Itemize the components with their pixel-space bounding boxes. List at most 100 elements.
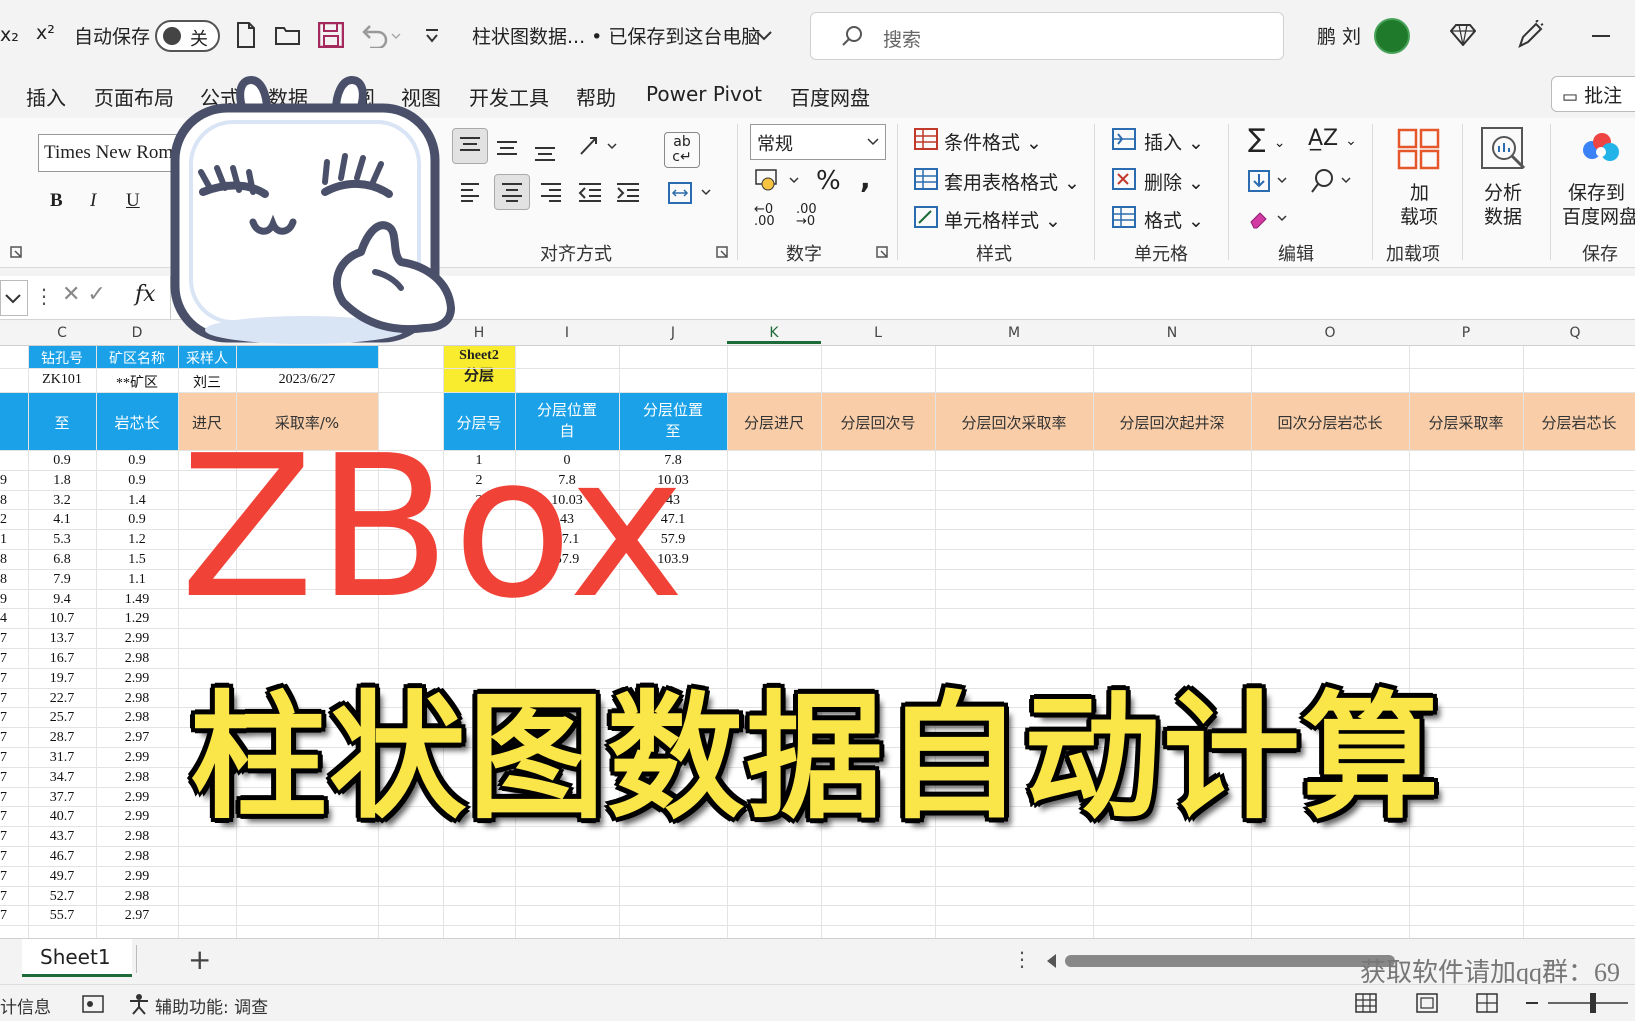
menu-developer[interactable]: 开发工具 [469,82,549,111]
italic-button[interactable]: I [90,190,96,212]
cell-edge-digit[interactable]: 7 [0,889,8,905]
minimize-icon[interactable] [1592,35,1610,37]
subscript-button[interactable]: x₂ [0,24,19,46]
insert-cells-button[interactable]: 插入 ⌄ [1144,128,1204,155]
save-icon[interactable] [318,22,344,48]
align-middle-icon[interactable] [496,138,518,158]
delete-cells-button[interactable]: 删除 ⌄ [1144,168,1204,195]
pen-icon[interactable] [1516,20,1544,50]
chevron-down-icon[interactable] [756,30,772,42]
cell-to[interactable]: 13.7 [28,631,96,647]
cell-to[interactable]: 49.7 [28,869,96,885]
cell-core-length[interactable]: 2.99 [96,631,178,647]
cell-to[interactable]: 7.9 [28,572,96,588]
format-cells-button[interactable]: 格式 ⌄ [1144,206,1204,233]
diamond-icon[interactable] [1450,24,1476,46]
comment-button[interactable]: ▭ 批注 [1551,76,1635,112]
cell-core-length[interactable]: 2.98 [96,691,178,707]
column-header-k[interactable]: K [727,325,821,344]
cell-core-length[interactable]: 2.98 [96,849,178,865]
cell-edge-digit[interactable]: 2 [0,512,8,528]
font-dialog-launcher-icon[interactable] [10,246,22,258]
cell-edge-digit[interactable]: 7 [0,869,8,885]
bold-button[interactable]: B [50,190,63,212]
cell-core-length[interactable]: 1.1 [96,572,178,588]
cell-edge-digit[interactable]: 7 [0,750,8,766]
zoom-slider-thumb[interactable] [1590,993,1596,1013]
cell-edge-digit[interactable]: 7 [0,849,8,865]
document-title[interactable]: 柱状图数据... • 已保存到这台电脑 [472,22,760,49]
decrease-decimal-button[interactable]: .00 →0 [796,203,817,228]
cell-to[interactable]: 1.8 [28,473,96,489]
user-name[interactable]: 鹏 刘 [1317,22,1361,49]
page-break-view-icon[interactable] [1476,993,1498,1013]
cell-to[interactable]: 3.2 [28,493,96,509]
avatar[interactable] [1374,18,1410,54]
column-header-n[interactable]: N [1093,325,1251,341]
cell-core-length[interactable]: 0.9 [96,512,178,528]
formula-cancel-enter[interactable]: ✕ ✓ [62,282,106,307]
cell-edge-digit[interactable]: 7 [0,691,8,707]
cell-to[interactable]: 6.8 [28,552,96,568]
decrease-indent-icon[interactable] [578,182,602,202]
page-layout-view-icon[interactable] [1416,993,1438,1013]
find-icon[interactable] [1310,168,1354,194]
cell-core-length[interactable]: 2.97 [96,730,178,746]
cell-to[interactable]: 22.7 [28,691,96,707]
table-format-button[interactable]: 套用表格格式 ⌄ [944,168,1080,195]
cell-edge-digit[interactable]: 7 [0,790,8,806]
cell-to[interactable]: 43.7 [28,829,96,845]
cell-to[interactable]: 52.7 [28,889,96,905]
cell-to[interactable]: 31.7 [28,750,96,766]
addins-icon[interactable] [1397,128,1441,170]
zoom-slider[interactable] [1548,1002,1628,1004]
column-header-l[interactable]: L [821,325,935,341]
cell-edge-digit[interactable]: 8 [0,552,8,568]
align-right-icon[interactable] [540,182,562,202]
cell-edge-digit[interactable]: 8 [0,572,8,588]
menu-page-layout[interactable]: 页面布局 [94,82,174,111]
cell-mine-name[interactable]: **矿区 [96,372,178,392]
column-header-j[interactable]: J [619,325,727,341]
align-bottom-icon[interactable] [534,142,556,162]
cell-to[interactable]: 34.7 [28,770,96,786]
cell-edge-digit[interactable]: 9 [0,473,8,489]
cell-to[interactable]: 40.7 [28,809,96,825]
undo-icon[interactable] [360,22,402,48]
number-format-select[interactable]: 常规 [750,124,886,160]
cell-to[interactable]: 16.7 [28,651,96,667]
cell-edge-digit[interactable]: 9 [0,592,8,608]
column-header-o[interactable]: O [1251,325,1409,341]
cell-to[interactable]: 46.7 [28,849,96,865]
cell-core-length[interactable]: 2.98 [96,829,178,845]
cell-core-length[interactable]: 2.98 [96,710,178,726]
autosum-button[interactable]: ∑ ⌄ [1248,124,1286,154]
cell-edge-digit[interactable]: 7 [0,651,8,667]
merge-center-icon[interactable] [668,182,714,204]
cell-to[interactable]: 9.4 [28,592,96,608]
analyze-data-icon[interactable] [1480,126,1530,176]
cell-core-length[interactable]: 2.98 [96,889,178,905]
cell-core-length[interactable]: 2.97 [96,908,178,924]
wrap-text-button[interactable]: ab c↵ [664,132,700,168]
cell-core-length[interactable]: 1.2 [96,532,178,548]
cell-edge-digit[interactable]: 7 [0,631,8,647]
column-header-p[interactable]: P [1409,325,1523,341]
new-file-icon[interactable] [236,22,256,48]
cell-core-length[interactable]: 1.4 [96,493,178,509]
underline-button[interactable]: U [126,190,140,212]
cell-edge-digit[interactable]: 4 [0,611,8,627]
sort-filter-button[interactable]: A̲Z ⌄ [1308,126,1357,151]
cell-core-length[interactable]: 2.99 [96,671,178,687]
cell-edge-digit[interactable]: 7 [0,908,8,924]
cell-style-button[interactable]: 单元格样式 ⌄ [944,206,1061,233]
cell-drill-no[interactable]: ZK101 [28,372,96,388]
cell-core-length[interactable]: 0.9 [96,473,178,489]
cell-core-length[interactable]: 2.99 [96,809,178,825]
cell-core-length[interactable]: 0.9 [96,453,178,469]
column-header-c[interactable]: C [28,325,96,341]
clear-icon[interactable] [1248,208,1288,230]
cell-core-length[interactable]: 2.99 [96,869,178,885]
open-folder-icon[interactable] [275,24,301,46]
menu-insert[interactable]: 插入 [26,82,66,111]
